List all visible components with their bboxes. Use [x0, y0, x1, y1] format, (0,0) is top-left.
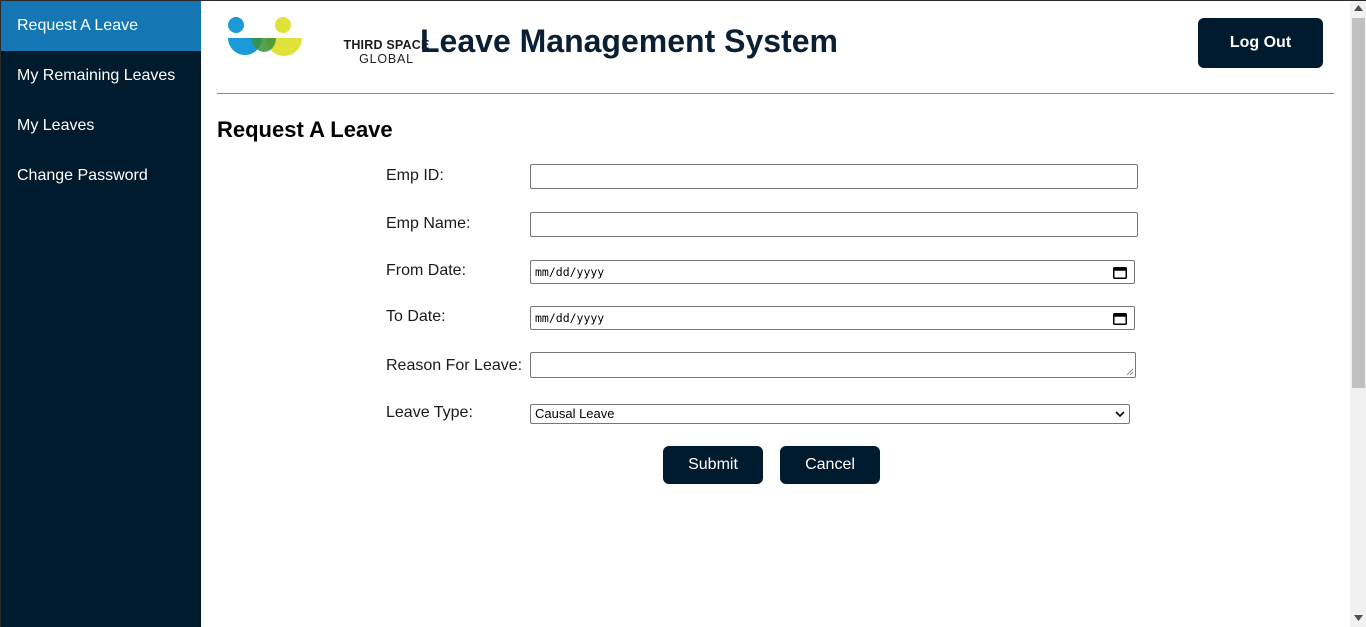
- scrollbar-thumb[interactable]: [1352, 18, 1365, 388]
- scroll-up-arrow-icon[interactable]: [1354, 5, 1363, 11]
- main-content: THIRD SPACE GLOBAL Leave Management Syst…: [201, 1, 1349, 627]
- company-logo-mark: [228, 17, 302, 56]
- to-date-input[interactable]: mm/dd/yyyy: [530, 306, 1135, 330]
- sidebar: Request A Leave My Remaining Leaves My L…: [1, 1, 201, 627]
- reason-textarea[interactable]: [530, 352, 1136, 378]
- app-window: Request A Leave My Remaining Leaves My L…: [0, 0, 1366, 627]
- leave-type-selected: Causal Leave: [535, 406, 615, 421]
- from-date-label: From Date:: [386, 262, 467, 279]
- reason-label: Reason For Leave:: [386, 357, 523, 374]
- calendar-icon[interactable]: [1113, 266, 1127, 279]
- sidebar-item-change-password[interactable]: Change Password: [1, 151, 201, 201]
- app-title: Leave Management System: [420, 23, 838, 59]
- from-date-placeholder: mm/dd/yyyy: [535, 265, 605, 279]
- company-logo: THIRD SPACE GLOBAL: [226, 15, 429, 66]
- scroll-down-arrow-icon[interactable]: [1354, 615, 1363, 621]
- vertical-scrollbar[interactable]: [1350, 1, 1366, 627]
- sidebar-item-my-leaves[interactable]: My Leaves: [1, 101, 201, 151]
- submit-button[interactable]: Submit: [663, 446, 763, 484]
- emp-name-label: Emp Name:: [386, 215, 471, 232]
- sidebar-item-request-a-leave[interactable]: Request A Leave: [1, 1, 201, 51]
- sidebar-item-my-remaining-leaves[interactable]: My Remaining Leaves: [1, 51, 201, 101]
- chevron-down-icon: [1115, 411, 1125, 418]
- emp-id-label: Emp ID:: [386, 167, 444, 184]
- logout-button[interactable]: Log Out: [1198, 18, 1323, 68]
- header-divider: [217, 93, 1334, 94]
- from-date-input[interactable]: mm/dd/yyyy: [530, 260, 1135, 284]
- calendar-icon[interactable]: [1113, 312, 1127, 325]
- cancel-button[interactable]: Cancel: [780, 446, 880, 484]
- resize-grip-icon[interactable]: [1126, 368, 1134, 376]
- page-title: Request A Leave: [217, 117, 393, 142]
- leave-type-label: Leave Type:: [386, 404, 473, 421]
- to-date-label: To Date:: [386, 308, 446, 325]
- emp-id-input[interactable]: [530, 164, 1138, 189]
- emp-name-input[interactable]: [530, 212, 1138, 237]
- to-date-placeholder: mm/dd/yyyy: [535, 311, 605, 325]
- leave-type-select[interactable]: Causal Leave: [530, 404, 1130, 424]
